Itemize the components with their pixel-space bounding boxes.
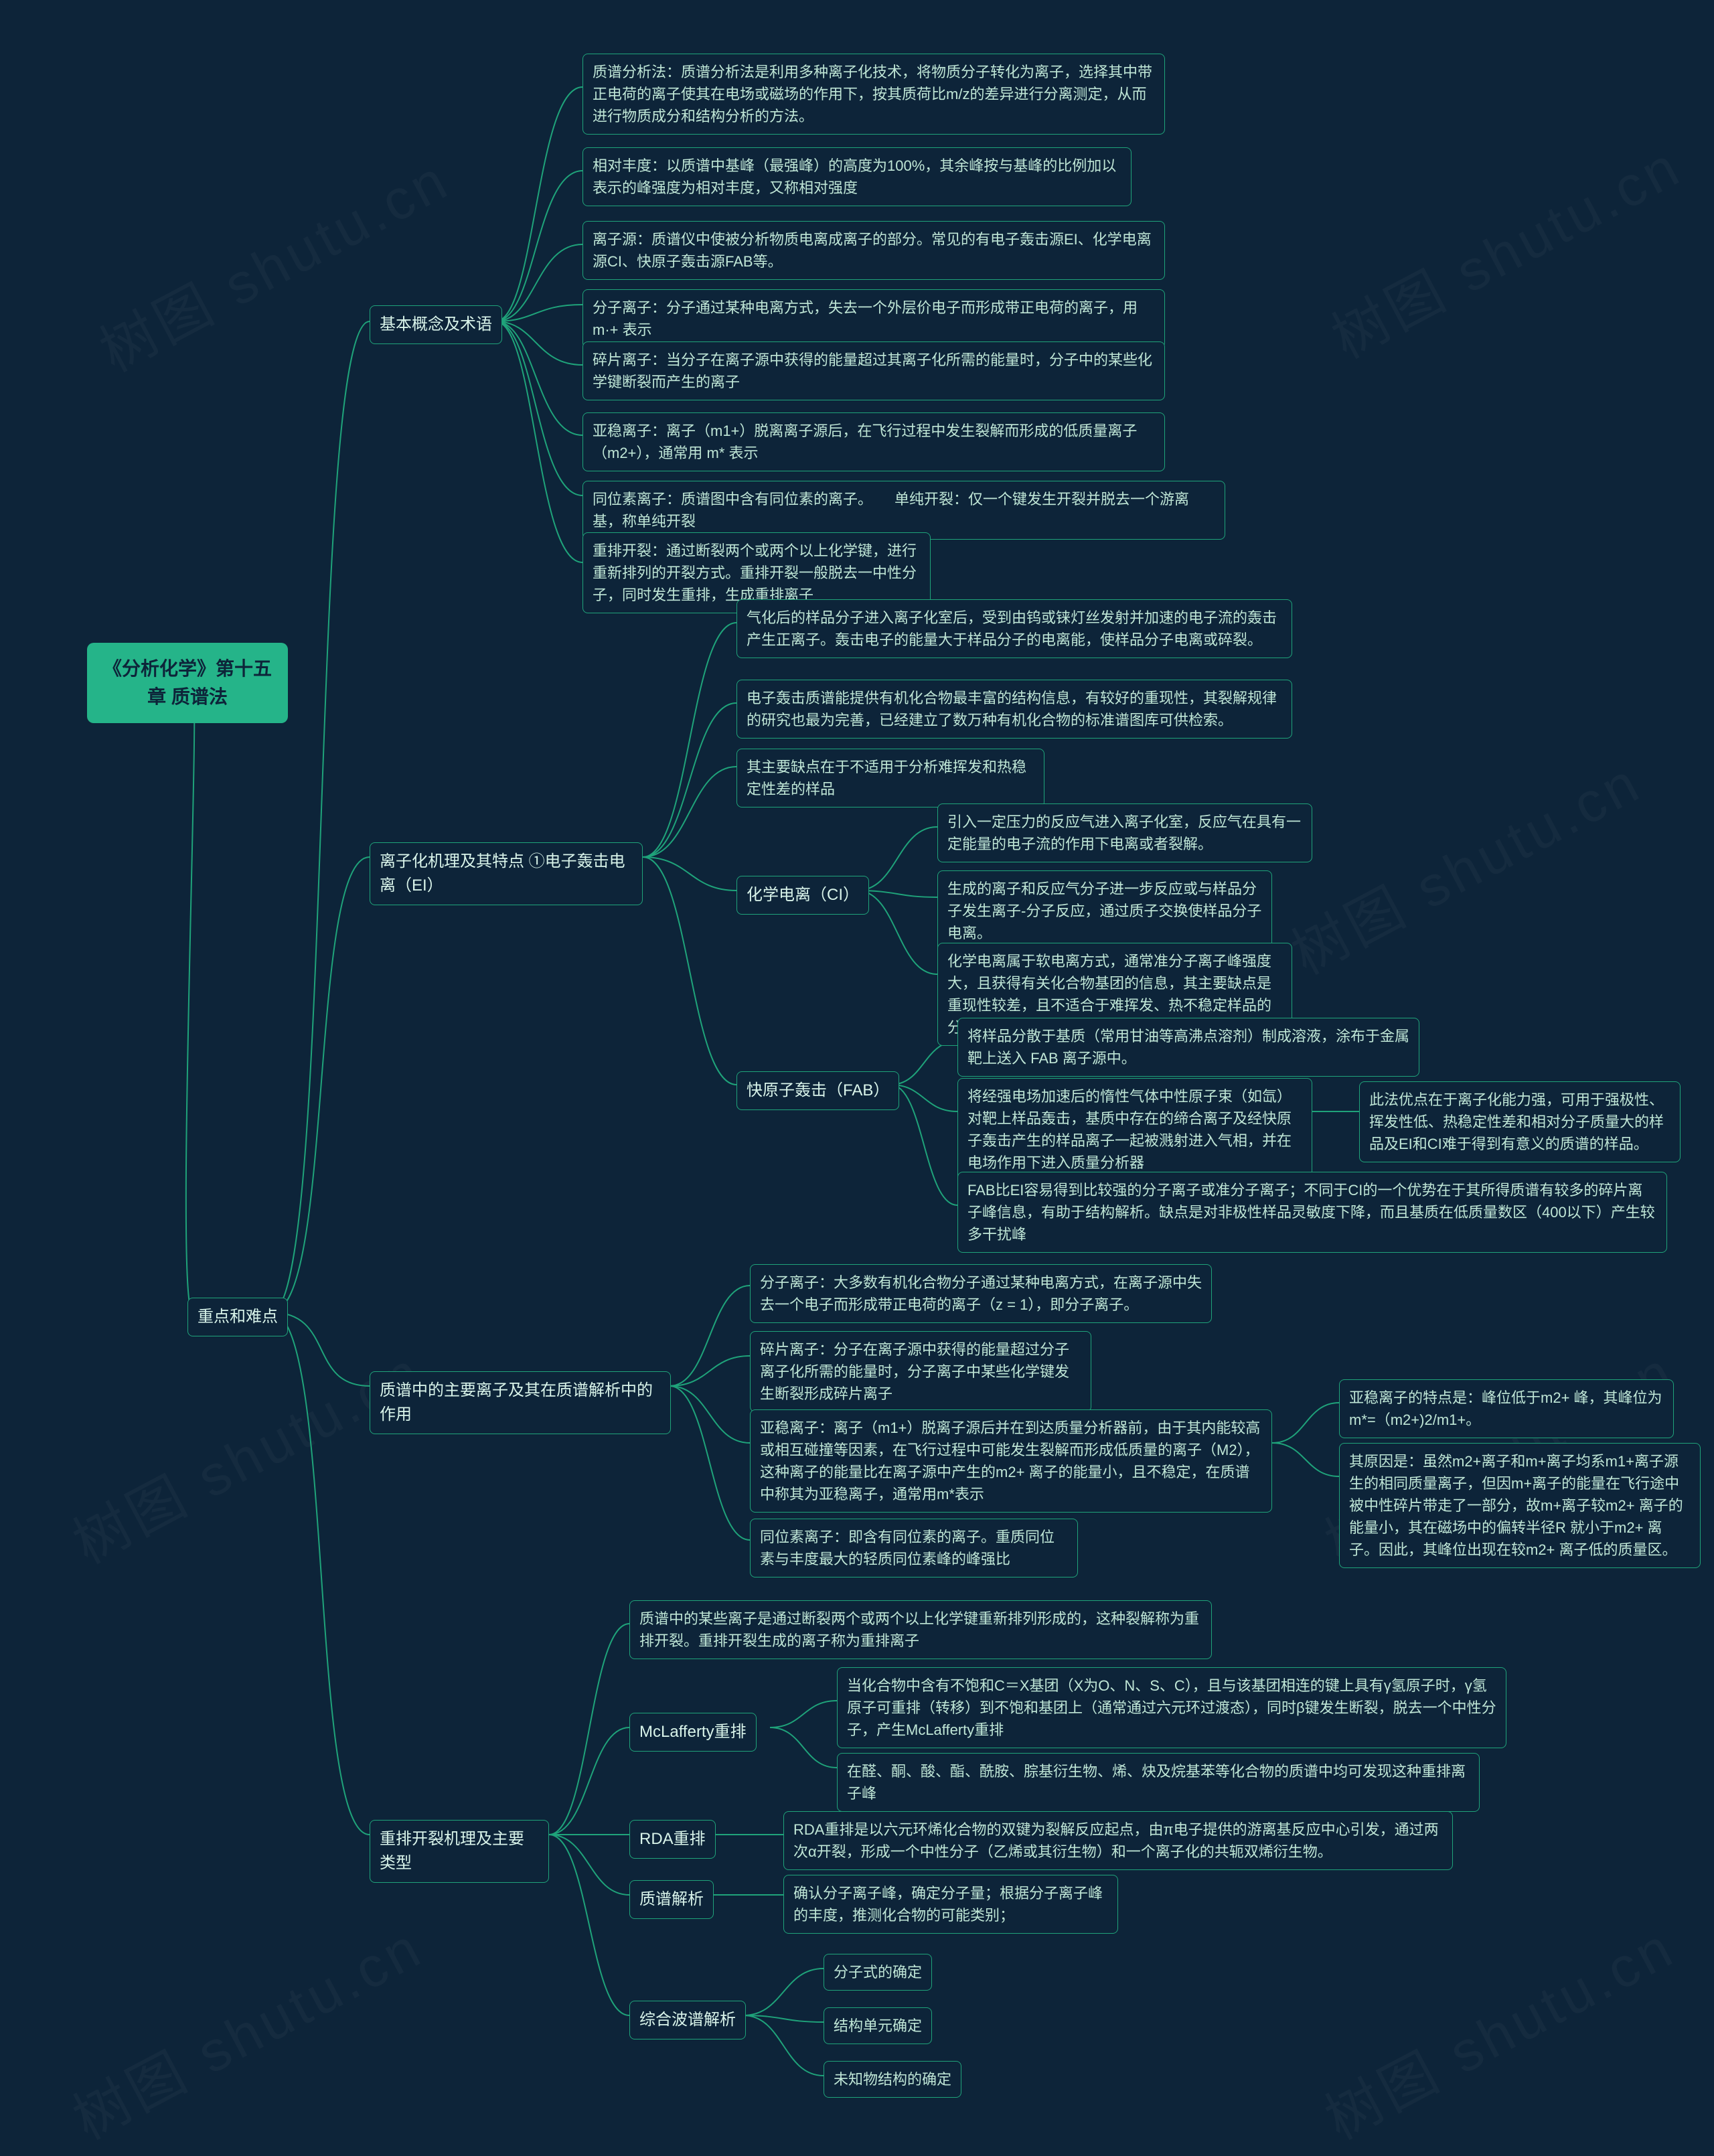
node-sec4-1[interactable]: 质谱中的某些离子是通过断裂两个或两个以上化学键重新排列形成的，这种裂解称为重排开…	[629, 1600, 1212, 1659]
node-sec1-1[interactable]: 质谱分析法：质谱分析法是利用多种离子化技术，将物质分子转化为离子，选择其中带正电…	[582, 54, 1165, 135]
node-mcl-1[interactable]: 当化合物中含有不饱和C＝X基团（X为O、N、S、C），且与该基团相连的键上具有γ…	[837, 1667, 1506, 1748]
watermark: 树图 shutu.cn	[57, 1327, 435, 1580]
node-sec1-2[interactable]: 相对丰度：以质谱中基峰（最强峰）的高度为100%，其余峰按与基峰的比例加以表示的…	[582, 147, 1132, 206]
node-sec3-4[interactable]: 同位素离子：即含有同位素的离子。重质同位素与丰度最大的轻质同位素峰的峰强比	[750, 1519, 1078, 1577]
node-jp-label[interactable]: 质谱解析	[629, 1880, 714, 1919]
node-sec2-3[interactable]: 其主要缺点在于不适用于分析难挥发和热稳定性差的样品	[736, 749, 1044, 807]
node-sec1-6[interactable]: 亚稳离子：离子（m1+）脱离离子源后，在飞行过程中发生裂解而形成的低质量离子（m…	[582, 412, 1165, 471]
node-sec3-1[interactable]: 分子离子：大多数有机化合物分子通过某种电离方式，在离子源中失去一个电子而形成带正…	[750, 1264, 1212, 1323]
node-sec1-title[interactable]: 基本概念及术语	[370, 305, 502, 344]
watermark: 树图 shutu.cn	[1275, 738, 1653, 990]
node-sec3-title[interactable]: 质谱中的主要离子及其在质谱解析中的作用	[370, 1371, 671, 1434]
node-sec2-1[interactable]: 气化后的样品分子进入离子化室后，受到由钨或铼灯丝发射并加速的电子流的轰击产生正离…	[736, 599, 1292, 658]
node-sec1-4[interactable]: 分子离子：分子通过某种电离方式，失去一个外层价电子而形成带正电荷的离子，用m·+…	[582, 289, 1165, 348]
node-ci-1[interactable]: 引入一定压力的反应气进入离子化室，反应气在具有一定能量的电子流的作用下电离或者裂…	[937, 803, 1312, 862]
node-fab-1[interactable]: 将样品分散于基质（常用甘油等高沸点溶剂）制成溶液，涂布于金属靶上送入 FAB 离…	[957, 1018, 1419, 1077]
watermark: 树图 shutu.cn	[1309, 1903, 1687, 2155]
root-node[interactable]: 《分析化学》第十五章 质谱法	[87, 643, 288, 723]
node-sec3-3-side2[interactable]: 其原因是：虽然m2+离子和m+离子均系m1+离子源生的相同质量离子，但因m+离子…	[1339, 1443, 1701, 1568]
node-sec3-2[interactable]: 碎片离子：分子在离子源中获得的能量超过分子离子化所需的能量时，分子离子中某些化学…	[750, 1331, 1091, 1412]
node-jp-1[interactable]: 确认分子离子峰，确定分子量；根据分子离子峰的丰度，推测化合物的可能类别；	[783, 1875, 1118, 1934]
node-mcl-2[interactable]: 在醛、酮、酸、酯、酰胺、腙基衍生物、烯、炔及烷基苯等化合物的质谱中均可发现这种重…	[837, 1753, 1480, 1812]
node-zhongdian[interactable]: 重点和难点	[187, 1298, 288, 1336]
node-rda-label[interactable]: RDA重排	[629, 1820, 716, 1859]
node-sec2-title[interactable]: 离子化机理及其特点 ①电子轰击电离（EI）	[370, 842, 643, 905]
node-sec1-7[interactable]: 同位素离子：质谱图中含有同位素的离子。 单纯开裂：仅一个键发生开裂并脱去一个游离…	[582, 481, 1225, 540]
node-sec4-title[interactable]: 重排开裂机理及主要类型	[370, 1820, 549, 1883]
node-fab-3[interactable]: FAB比EI容易得到比较强的分子离子或准分子离子；不同于CI的一个优势在于其所得…	[957, 1172, 1667, 1253]
node-zh-2[interactable]: 结构单元确定	[824, 2007, 932, 2044]
node-rda-1[interactable]: RDA重排是以六元环烯化合物的双键为裂解反应起点，由π电子提供的游离基反应中心引…	[783, 1811, 1453, 1870]
node-zh-label[interactable]: 综合波谱解析	[629, 2001, 746, 2039]
node-zh-1[interactable]: 分子式的确定	[824, 1954, 932, 1991]
node-sec2-2[interactable]: 电子轰击质谱能提供有机化合物最丰富的结构信息，有较好的重现性，其裂解规律的研究也…	[736, 680, 1292, 739]
node-fab-2-side[interactable]: 此法优点在于离子化能力强，可用于强极性、挥发性低、热稳定性差和相对分子质量大的样…	[1359, 1081, 1681, 1162]
node-sec3-3-side1[interactable]: 亚稳离子的特点是：峰位低于m2+ 峰，其峰位为m*=（m2+)2/m1+。	[1339, 1379, 1674, 1438]
node-sec1-3[interactable]: 离子源：质谱仪中使被分析物质电离成离子的部分。常见的有电子轰击源EI、化学电离源…	[582, 221, 1165, 280]
watermark: 树图 shutu.cn	[84, 135, 461, 388]
watermark: 树图 shutu.cn	[1316, 122, 1693, 374]
node-sec3-3[interactable]: 亚稳离子：离子（m1+）脱离子源后并在到达质量分析器前，由于其内能较高或相互碰撞…	[750, 1409, 1272, 1513]
node-fab-label[interactable]: 快原子轰击（FAB）	[736, 1071, 899, 1110]
node-ci-2[interactable]: 生成的离子和反应气分子进一步反应或与样品分子发生离子-分子反应，通过质子交换使样…	[937, 870, 1272, 951]
watermark: 树图 shutu.cn	[57, 1903, 435, 2155]
node-mcl-label[interactable]: McLafferty重排	[629, 1713, 757, 1752]
node-fab-2[interactable]: 将经强电场加速后的惰性气体中性原子束（如氙）对靶上样品轰击，基质中存在的缔合离子…	[957, 1078, 1312, 1181]
node-sec1-5[interactable]: 碎片离子：当分子在离子源中获得的能量超过其离子化所需的能量时，分子中的某些化学键…	[582, 341, 1165, 400]
node-zh-3[interactable]: 未知物结构的确定	[824, 2061, 961, 2098]
node-ci-label[interactable]: 化学电离（CI）	[736, 876, 869, 915]
